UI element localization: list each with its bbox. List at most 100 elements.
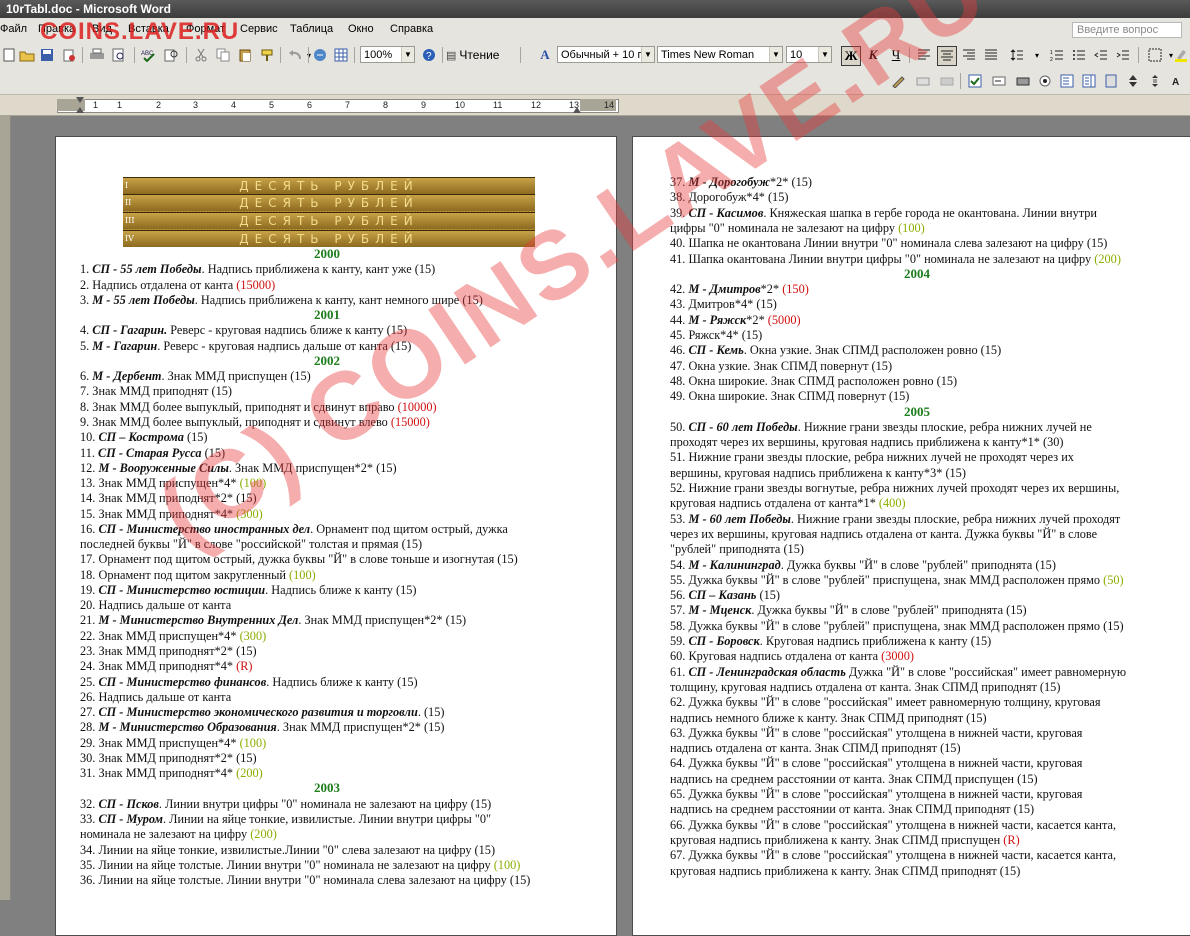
align-right-icon[interactable] [960,46,978,64]
form-field-icon[interactable] [914,72,932,90]
horizontal-ruler[interactable]: 1 1 2 3 4 5 6 7 8 9 10 11 12 13 14 [0,95,1190,116]
year-heading: 2004 [904,265,930,281]
line-text: 12. [80,460,99,475]
permission-icon[interactable] [60,46,78,64]
label-control-icon[interactable]: A [1168,72,1186,90]
line-text: 37. [670,175,689,189]
line-text: 57. [670,603,689,618]
document-line: 66. Дужка буквы "Й" в слове "российская"… [670,818,1116,833]
font-size-combo[interactable]: 10 ▼ [786,46,832,63]
price-label: (R) [236,659,253,674]
italic-button[interactable]: К [864,46,882,64]
hyperlink-icon[interactable] [312,46,330,64]
right-indent-marker[interactable] [573,107,581,113]
coin-row-label: I [125,181,129,190]
menu-format[interactable]: Формат [186,23,225,35]
text-field-edit-icon[interactable] [890,72,908,90]
line-text: 47. Окна узкие. Знак СПМД повернут (15) [670,358,893,373]
document-line: 56. СП – Казань (15) [670,588,780,603]
underline-button[interactable]: Ч [887,46,905,64]
line-text: вершины, круговая надпись приближена к к… [670,465,966,480]
numbering-icon[interactable]: 12 [1048,46,1066,64]
listbox-icon[interactable] [1058,72,1076,90]
font-combo[interactable]: Times New Roman ▼ [657,46,783,63]
zoom-combo[interactable]: 100% ▼ [360,46,415,63]
help-icon[interactable]: ? [420,46,438,64]
coin-name: СП – Казань [688,588,757,603]
line-text: 30. Знак ММД приподнят*2* (15) [80,750,257,765]
menu-window[interactable]: Окно [348,23,374,35]
checkbox-icon[interactable] [966,72,984,90]
style-combo[interactable]: Обычный + 10 г ▼ [557,46,655,63]
line-spacing-icon[interactable] [1008,46,1026,64]
justify-icon[interactable] [982,46,1000,64]
styles-formatting-icon[interactable]: A [536,46,554,64]
font-value: Times New Roman [661,49,755,61]
line-text: . Нижние грани звезды плоские, ребра ниж… [790,511,1121,526]
document-line: 51. Нижние грани звезды плоские, ребра н… [670,450,1074,465]
research-icon[interactable] [162,46,180,64]
new-document-icon[interactable] [0,46,18,64]
combobox-icon[interactable] [1080,72,1098,90]
menu-table[interactable]: Таблица [290,23,333,35]
scrollbar-control-icon[interactable] [1146,72,1164,90]
ask-question-box[interactable]: Введите вопрос [1072,22,1182,38]
command-button-icon[interactable] [1014,72,1032,90]
line-text: круговая надпись приближена к канту. Зна… [670,863,1021,878]
document-line: 48. Окна широкие. Знак СПМД расположен р… [670,374,957,389]
menu-view[interactable]: Вид [92,23,112,35]
left-indent-marker[interactable] [76,107,84,113]
print-preview-icon[interactable] [110,46,128,64]
coin-name: СП - Псков [98,796,159,811]
print-icon[interactable] [88,46,106,64]
menu-file[interactable]: Файл [0,23,27,35]
format-painter-icon[interactable] [258,46,276,64]
textbox-control-icon[interactable] [990,72,1008,90]
coin-name: М - Ряжск [688,312,747,327]
line-text: 49. Окна широкие. Знак СПМД повернут (15… [670,389,910,404]
vertical-ruler[interactable] [0,116,11,900]
line-spacing-dropdown-icon[interactable]: ▾ [1028,46,1046,64]
document-line: 35. Линии на яйце толстые. Линии внутри … [80,858,520,873]
menu-edit[interactable]: Правка [38,23,75,35]
menu-help[interactable]: Справка [390,23,433,35]
tables-borders-icon[interactable] [332,46,350,64]
coin-name: М - Гагарин [92,338,158,353]
line-text: 64. Дужка буквы "Й" в слове "российская"… [670,756,1083,771]
open-folder-icon[interactable] [18,46,36,64]
document-line: проходят через их вершины, круговая надп… [670,435,1063,450]
form-field-shading-icon[interactable] [938,72,956,90]
line-text: цифры "0" номинала не залезают на цифру [670,220,899,235]
document-line: 7. Знак ММД приподнят (15) [80,384,232,399]
line-text: круговая надпись приближена к канту. Зна… [670,832,1004,847]
line-text: 59. [670,634,689,648]
save-icon[interactable] [38,46,56,64]
year-heading: 2005 [904,403,930,419]
first-line-indent-marker[interactable] [76,97,84,103]
price-label: (150) [782,282,809,297]
option-button-icon[interactable] [1036,72,1054,90]
menu-tools[interactable]: Сервис [240,23,278,35]
font-size-value: 10 [790,49,803,61]
line-text: 50. [670,419,689,434]
highlight-icon[interactable] [1172,46,1190,64]
paste-icon[interactable] [236,46,254,64]
toggle-button-icon[interactable] [1102,72,1120,90]
increase-indent-icon[interactable] [1114,46,1132,64]
line-text: 2. Надпись отдалена от канта [80,277,237,292]
menu-insert[interactable]: Вставка [128,23,169,35]
line-text: 56. [670,588,689,603]
bold-button[interactable]: Ж [841,46,861,66]
copy-icon[interactable] [214,46,232,64]
reading-layout-button[interactable]: ▤ Чтение [446,46,516,64]
cut-icon[interactable] [192,46,210,64]
bullets-icon[interactable] [1070,46,1088,64]
align-center-icon[interactable] [937,46,957,66]
line-text: . Дужка буквы "Й" в слове "рублей" припо… [780,557,1056,572]
document-line: 25. СП - Министерство финансов. Надпись … [80,675,418,690]
align-left-icon[interactable] [915,46,933,64]
spin-button-icon[interactable] [1124,72,1142,90]
spelling-icon[interactable]: ABC [140,46,158,64]
decrease-indent-icon[interactable] [1092,46,1110,64]
price-label: (300) [239,628,267,643]
